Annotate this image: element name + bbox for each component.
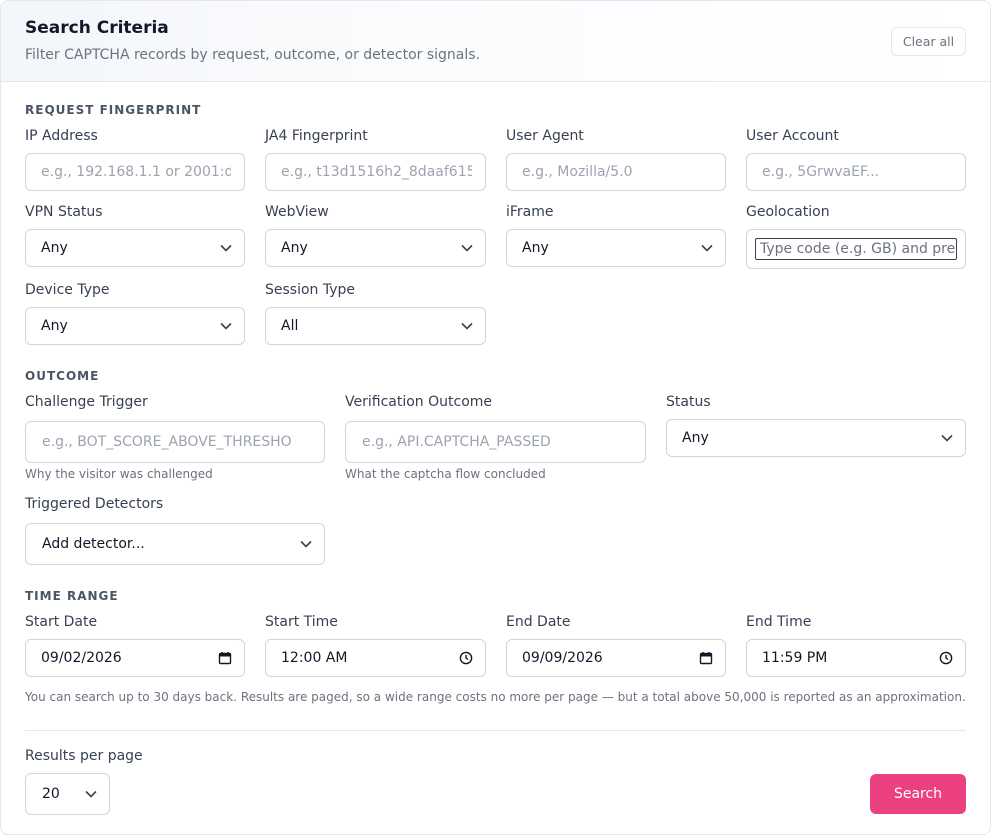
start-date-input[interactable]: 09/02/2026 — [25, 639, 245, 677]
session-type-label: Session Type — [265, 282, 356, 298]
ip-address-placeholder: e.g., 192.168.1.1 or 2001:db8::1 — [41, 164, 231, 180]
user-agent-placeholder: e.g., Mozilla/5.0 — [522, 164, 633, 180]
webview-value: Any — [281, 240, 308, 256]
chevron-down-icon — [220, 244, 232, 252]
card-header: Search Criteria Filter CAPTCHA records b… — [1, 1, 990, 82]
user-agent-input[interactable]: e.g., Mozilla/5.0 — [506, 153, 726, 191]
page-title: Search Criteria — [25, 18, 169, 38]
triggered-detectors-value: Add detector... — [42, 536, 145, 552]
start-time-value: 12:00 AM — [281, 650, 348, 666]
chevron-down-icon — [461, 244, 473, 252]
end-time-input[interactable]: 11:59 PM — [746, 639, 966, 677]
vpn-status-value: Any — [41, 240, 68, 256]
challenge-trigger-label: Challenge Trigger — [25, 394, 148, 410]
ja4-fingerprint-label: JA4 Fingerprint — [265, 128, 368, 144]
search-criteria-card: Search Criteria Filter CAPTCHA records b… — [0, 0, 991, 835]
webview-label: WebView — [265, 204, 329, 220]
triggered-detectors-label: Triggered Detectors — [25, 496, 164, 512]
geolocation-input[interactable]: Type code (e.g. GB) and press Enter — [755, 238, 957, 260]
start-time-label: Start Time — [265, 614, 338, 630]
start-date-value: 09/02/2026 — [41, 650, 122, 666]
webview-select[interactable]: Any — [265, 229, 486, 267]
vpn-status-select[interactable]: Any — [25, 229, 245, 267]
ip-address-input[interactable]: e.g., 192.168.1.1 or 2001:db8::1 — [25, 153, 245, 191]
chevron-down-icon — [85, 790, 97, 798]
iframe-value: Any — [522, 240, 549, 256]
section-title-outcome: OUTCOME — [25, 369, 100, 383]
verification-outcome-input[interactable]: e.g., API.CAPTCHA_PASSED — [345, 421, 646, 463]
results-per-page-select[interactable]: 20 — [25, 773, 110, 815]
session-type-value: All — [281, 318, 299, 334]
end-date-value: 09/09/2026 — [522, 650, 603, 666]
clear-all-button[interactable]: Clear all — [891, 27, 966, 56]
status-label: Status — [666, 394, 711, 410]
device-type-label: Device Type — [25, 282, 110, 298]
chevron-down-icon — [701, 244, 713, 252]
geolocation-placeholder: Type code (e.g. GB) and press Enter — [760, 241, 956, 257]
vpn-status-label: VPN Status — [25, 204, 103, 220]
status-value: Any — [682, 430, 709, 446]
verification-outcome-label: Verification Outcome — [345, 394, 493, 410]
device-type-select[interactable]: Any — [25, 307, 245, 345]
time-range-note: You can search up to 30 days back. Resul… — [25, 690, 966, 704]
iframe-select[interactable]: Any — [506, 229, 726, 267]
device-type-value: Any — [41, 318, 68, 334]
ip-address-label: IP Address — [25, 128, 98, 144]
user-account-input[interactable]: e.g., 5GrwvaEF... — [746, 153, 966, 191]
end-time-value: 11:59 PM — [762, 650, 828, 666]
challenge-trigger-hint: Why the visitor was challenged — [25, 467, 213, 481]
calendar-icon[interactable] — [699, 651, 713, 665]
chevron-down-icon — [461, 322, 473, 330]
section-title-request-fingerprint: REQUEST FINGERPRINT — [25, 103, 202, 117]
results-per-page-value: 20 — [42, 786, 60, 802]
chevron-down-icon — [300, 540, 312, 548]
results-per-page-label: Results per page — [25, 748, 143, 764]
end-date-label: End Date — [506, 614, 571, 630]
verification-outcome-hint: What the captcha flow concluded — [345, 467, 546, 481]
user-agent-label: User Agent — [506, 128, 584, 144]
triggered-detectors-select[interactable]: Add detector... — [25, 523, 325, 565]
challenge-trigger-placeholder: e.g., BOT_SCORE_ABOVE_THRESHOLD — [42, 434, 292, 450]
end-time-label: End Time — [746, 614, 812, 630]
user-account-placeholder: e.g., 5GrwvaEF... — [762, 164, 880, 180]
search-button[interactable]: Search — [870, 774, 966, 814]
challenge-trigger-input[interactable]: e.g., BOT_SCORE_ABOVE_THRESHOLD — [25, 421, 325, 463]
ja4-fingerprint-input[interactable]: e.g., t13d1516h2_8daaf6152771 — [265, 153, 486, 191]
user-account-label: User Account — [746, 128, 839, 144]
session-type-select[interactable]: All — [265, 307, 486, 345]
section-title-time-range: TIME RANGE — [25, 589, 119, 603]
status-select[interactable]: Any — [666, 419, 966, 457]
clock-icon[interactable] — [459, 651, 473, 665]
ja4-fingerprint-placeholder: e.g., t13d1516h2_8daaf6152771 — [281, 164, 472, 180]
geolocation-field: Type code (e.g. GB) and press Enter — [746, 229, 966, 269]
clock-icon[interactable] — [939, 651, 953, 665]
divider — [25, 730, 966, 731]
verification-outcome-placeholder: e.g., API.CAPTCHA_PASSED — [362, 434, 551, 450]
page-subtitle: Filter CAPTCHA records by request, outco… — [25, 47, 481, 63]
chevron-down-icon — [220, 322, 232, 330]
start-time-input[interactable]: 12:00 AM — [265, 639, 486, 677]
geolocation-label: Geolocation — [746, 204, 830, 220]
end-date-input[interactable]: 09/09/2026 — [506, 639, 726, 677]
iframe-label: iFrame — [506, 204, 554, 220]
calendar-icon[interactable] — [218, 651, 232, 665]
chevron-down-icon — [941, 434, 953, 442]
start-date-label: Start Date — [25, 614, 98, 630]
